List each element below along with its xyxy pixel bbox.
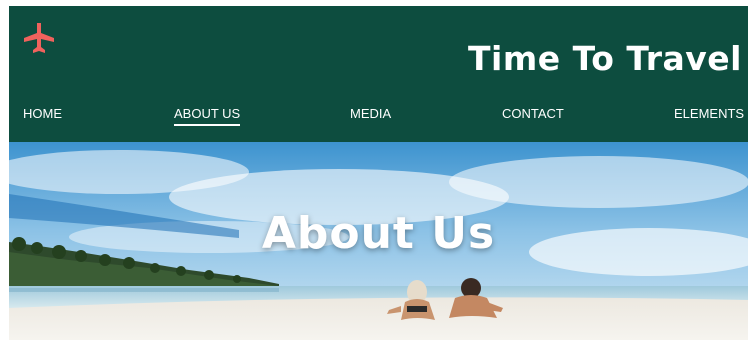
hero-title: About Us — [261, 208, 496, 259]
nav-item-contact[interactable]: CONTACT — [502, 106, 564, 121]
nav-item-elements[interactable]: ELEMENTS — [674, 106, 744, 121]
nav-item-home[interactable]: HOME — [23, 106, 62, 121]
site-header: Time To Travel HOME ABOUT US MEDIA CONTA… — [9, 6, 748, 142]
site-title[interactable]: Time To Travel — [468, 39, 742, 78]
nav-item-media[interactable]: MEDIA — [350, 106, 391, 121]
hero-banner: About Us — [9, 142, 748, 340]
airplane-icon[interactable] — [22, 21, 56, 55]
main-nav: HOME ABOUT US MEDIA CONTACT ELEMENTS — [9, 106, 748, 130]
nav-item-about-us[interactable]: ABOUT US — [174, 106, 241, 126]
